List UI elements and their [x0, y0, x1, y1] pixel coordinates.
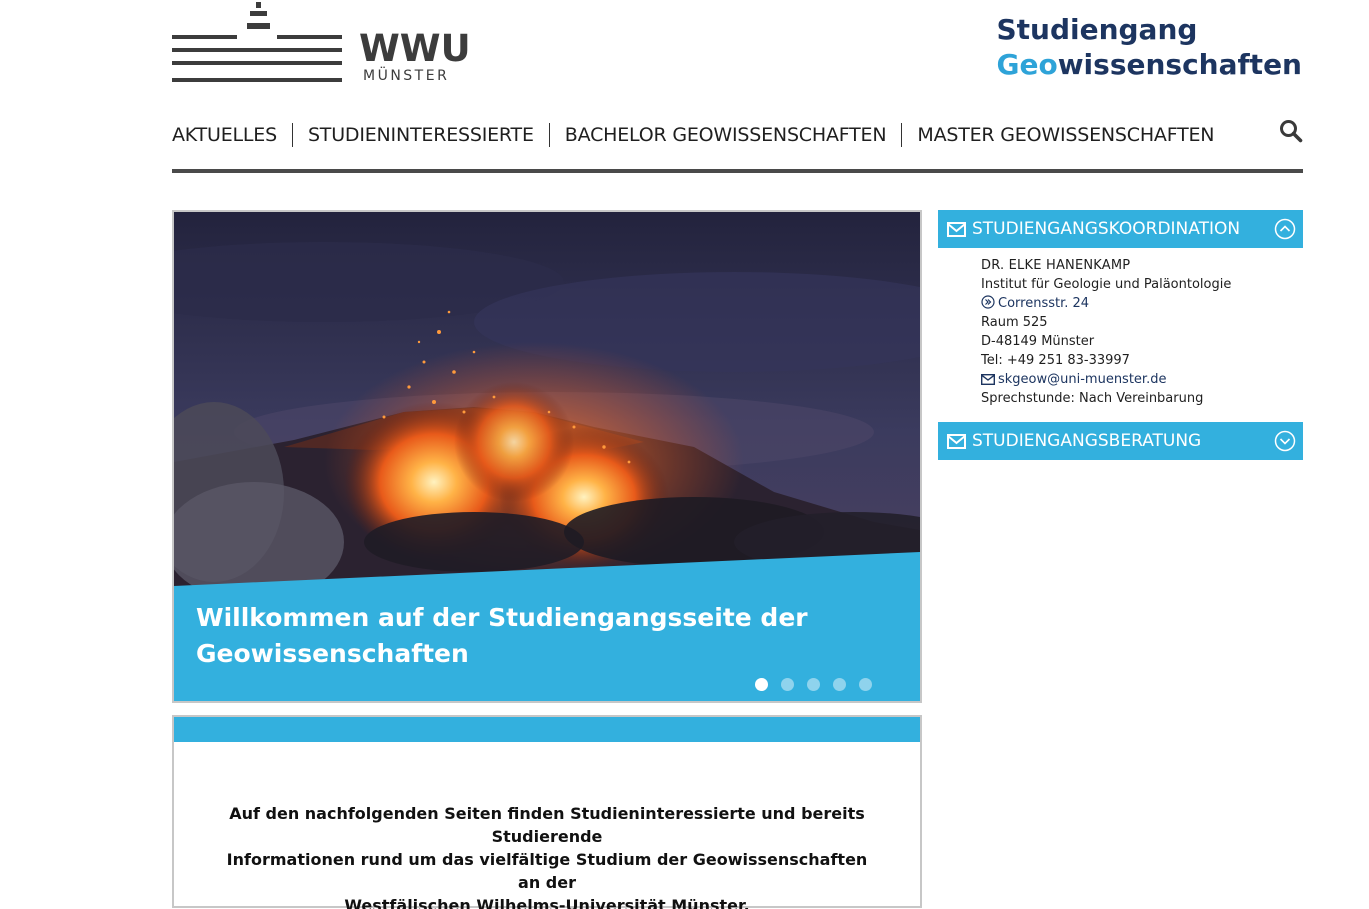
intro-line1: Auf den nachfolgenden Seiten finden Stud… — [229, 804, 865, 846]
intro-line3: Westfälischen Wilhelms-Universität Münst… — [344, 896, 750, 909]
contact-email-link[interactable]: skgeow@uni-muenster.de — [998, 372, 1166, 387]
main-nav: AKTUELLES STUDIENINTERESSIERTE BACHELOR … — [172, 120, 1303, 150]
intro-box: Auf den nachfolgenden Seiten finden Stud… — [172, 715, 922, 909]
nav-item-master[interactable]: MASTER GEOWISSENSCHAFTEN — [901, 123, 1229, 147]
slider-dot-2[interactable] — [781, 678, 794, 691]
site-title-line2: Geowissenschaften — [996, 47, 1302, 82]
intro-line2: Informationen rund um das vielfältige St… — [226, 850, 868, 892]
wwu-logo[interactable]: WWU MÜNSTER — [172, 2, 471, 86]
site-title[interactable]: Studiengang Geowissenschaften — [996, 12, 1302, 82]
panel-koordination-header[interactable]: STUDIENGANGSKOORDINATION — [938, 210, 1303, 248]
envelope-icon — [947, 433, 966, 449]
contact-name: DR. ELKE HANENKAMP — [981, 258, 1131, 273]
contact-email-row: skgeow@uni-muenster.de — [981, 370, 1231, 389]
contact-block: DR. ELKE HANENKAMP Institut für Geologie… — [981, 256, 1231, 408]
contact-phone: Tel: +49 251 83-33997 — [981, 353, 1130, 368]
chevron-up-icon[interactable] — [1274, 218, 1296, 240]
slider-dot-3[interactable] — [807, 678, 820, 691]
hero-caption-line1: Willkommen auf der Studiengangsseite der — [196, 603, 808, 632]
contact-street-row: Corrensstr. 24 — [981, 294, 1231, 313]
hero-slider[interactable]: Willkommen auf der Studiengangsseite der… — [172, 210, 922, 703]
hero-caption-line2: Geowissenschaften — [196, 639, 469, 668]
site-title-rest: wissenschaften — [1057, 48, 1302, 81]
panel-beratung-header[interactable]: STUDIENGANGSBERATUNG — [938, 422, 1303, 460]
logo-wordmark: WWU — [359, 27, 471, 70]
nav-item-studieninteressierte[interactable]: STUDIENINTERESSIERTE — [291, 123, 549, 147]
logo-subtitle: MÜNSTER — [363, 68, 450, 84]
contact-hours: Sprechstunde: Nach Vereinbarung — [981, 391, 1204, 406]
search-icon[interactable] — [1279, 119, 1303, 143]
chevron-down-icon[interactable] — [1274, 430, 1296, 452]
nav-item-bachelor[interactable]: BACHELOR GEOWISSENSCHAFTEN — [548, 123, 902, 147]
panel-beratung-title: STUDIENGANGSBERATUNG — [972, 431, 1202, 451]
contact-room: Raum 525 — [981, 315, 1048, 330]
site-title-line1: Studiengang — [996, 13, 1198, 46]
envelope-icon — [981, 374, 995, 385]
panel-koordination-title: STUDIENGANGSKOORDINATION — [972, 219, 1241, 239]
slider-dot-4[interactable] — [833, 678, 846, 691]
slider-dot-1[interactable] — [755, 678, 768, 691]
site-title-geo: Geo — [996, 48, 1058, 81]
envelope-icon — [947, 221, 966, 237]
nav-item-aktuelles[interactable]: AKTUELLES — [172, 123, 292, 147]
intro-accent-bar — [174, 717, 920, 742]
map-link-icon — [981, 295, 995, 309]
wwu-mark-icon — [172, 2, 342, 82]
nav-divider — [172, 169, 1303, 173]
contact-street-link[interactable]: Corrensstr. 24 — [998, 296, 1089, 311]
intro-text: Auf den nachfolgenden Seiten finden Stud… — [214, 802, 880, 909]
slider-dot-5[interactable] — [859, 678, 872, 691]
slider-dots — [755, 678, 872, 691]
page: WWU MÜNSTER Studiengang Geowissenschafte… — [0, 0, 1369, 909]
hero-caption: Willkommen auf der Studiengangsseite der… — [196, 600, 896, 672]
contact-institute: Institut für Geologie und Paläontologie — [981, 277, 1232, 292]
contact-city: D-48149 Münster — [981, 334, 1095, 349]
